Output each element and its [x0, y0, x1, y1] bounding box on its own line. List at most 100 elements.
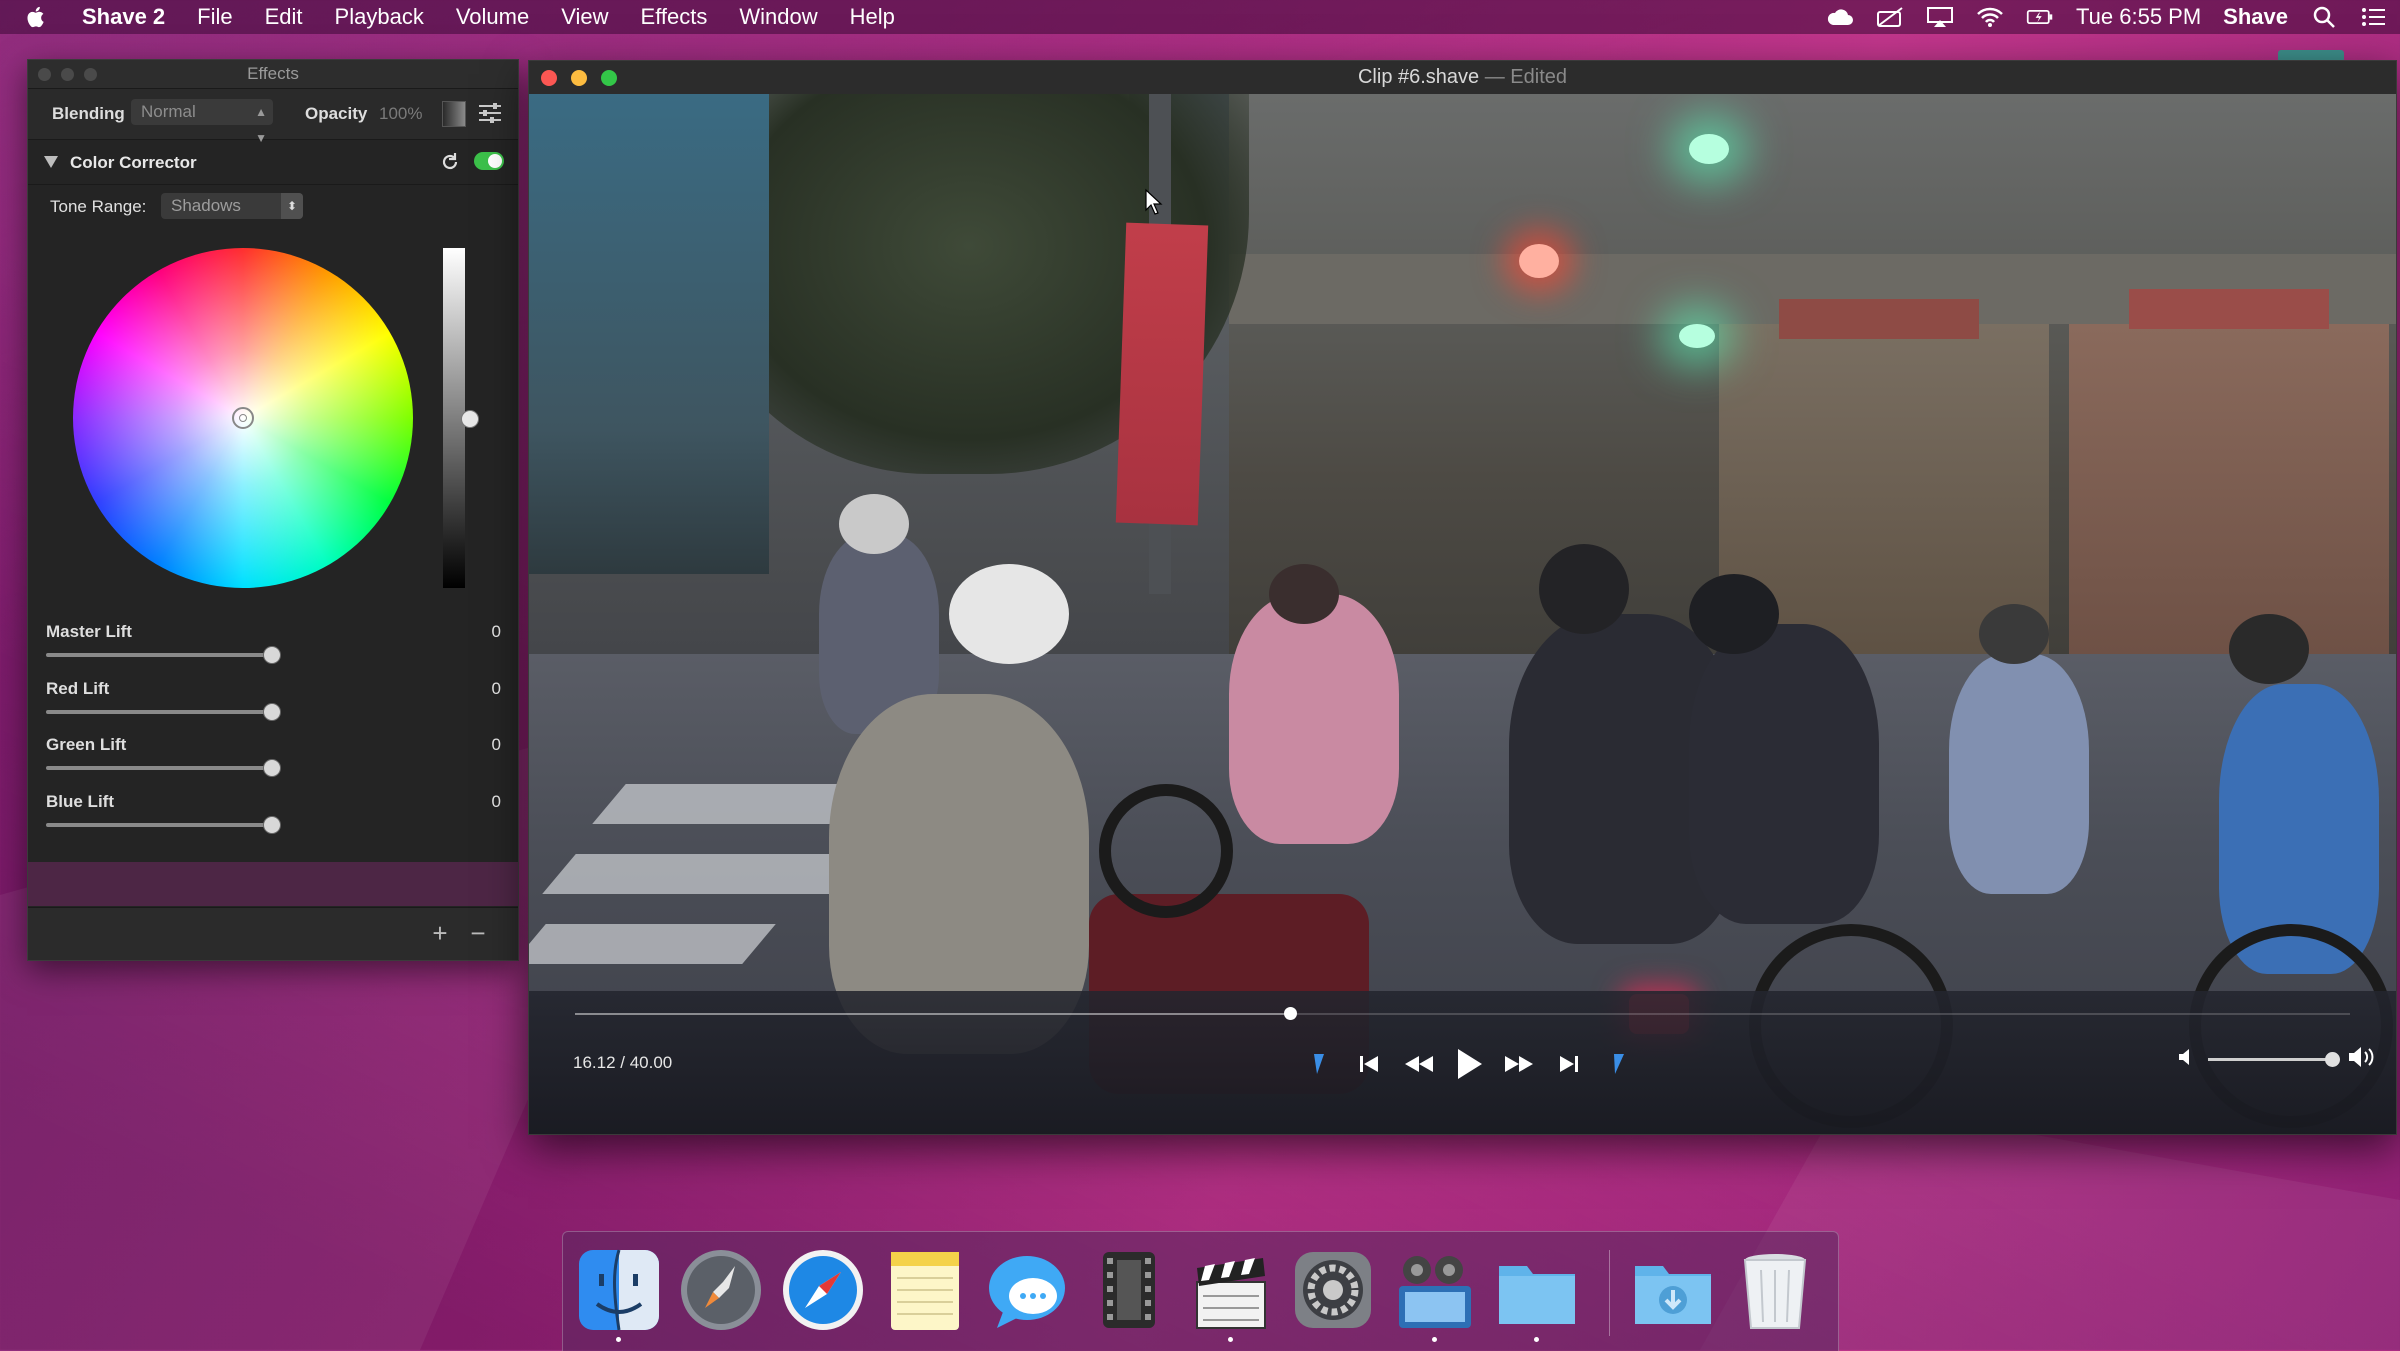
opacity-gradient-swatch[interactable]	[442, 101, 466, 127]
blending-select[interactable]: Normal ▲ ▼	[131, 99, 273, 145]
video-rider	[1689, 624, 1879, 924]
color-corrector-title: Color Corrector	[70, 153, 197, 172]
mark-out-button[interactable]	[1594, 1041, 1644, 1087]
clapperboard-icon[interactable]	[1187, 1246, 1275, 1342]
wifi-icon[interactable]	[1976, 6, 2004, 28]
menu-view[interactable]: View	[545, 0, 624, 34]
fast-forward-button[interactable]	[1494, 1041, 1544, 1087]
video-traffic-light	[1679, 324, 1715, 348]
video-rider	[1949, 654, 2089, 894]
menu-edit[interactable]: Edit	[249, 0, 319, 34]
video-helmet	[1689, 574, 1779, 654]
safari-icon[interactable]	[779, 1246, 867, 1334]
color-wheel-handle[interactable]	[232, 407, 254, 429]
title-separator: —	[1484, 66, 1505, 88]
opacity-value[interactable]: 100%	[379, 104, 422, 124]
apple-menu-icon[interactable]	[26, 5, 48, 29]
slider-track[interactable]	[46, 823, 276, 827]
skip-to-start-button[interactable]	[1344, 1041, 1394, 1087]
video-crosswalk	[529, 924, 776, 964]
video-wheel	[1099, 784, 1233, 918]
effects-titlebar[interactable]: Effects	[28, 60, 518, 89]
window-controls	[541, 70, 617, 86]
select-arrows-icon: ⬍	[281, 193, 303, 219]
timeline-playhead[interactable]	[1284, 1007, 1297, 1020]
tone-range-select[interactable]: Shadows ⬍	[161, 193, 303, 219]
slider-value[interactable]: 0	[492, 679, 501, 699]
slider-value[interactable]: 0	[492, 792, 501, 812]
downloads-folder-icon[interactable]	[1629, 1246, 1717, 1334]
volume-slider[interactable]	[2208, 1052, 2340, 1067]
video-crosswalk	[542, 854, 876, 894]
video-helmet	[1979, 604, 2049, 664]
slider-knob[interactable]	[263, 759, 281, 777]
volume-knob[interactable]	[2325, 1052, 2340, 1067]
movie-app-icon[interactable]	[1391, 1246, 1479, 1342]
minimize-button[interactable]	[571, 70, 587, 86]
video-red-banner	[1115, 222, 1209, 526]
messages-icon[interactable]	[983, 1246, 1071, 1334]
menubar-user[interactable]: Shave	[2223, 4, 2288, 30]
battery-charging-icon[interactable]	[2026, 6, 2054, 28]
notification-center-icon[interactable]	[2360, 6, 2388, 28]
disclosure-triangle-icon[interactable]	[44, 156, 58, 168]
menubar-clock[interactable]: Tue 6:55 PM	[2076, 4, 2201, 30]
color-wheel[interactable]	[73, 248, 413, 588]
slider-track[interactable]	[46, 710, 276, 714]
slider-value[interactable]: 0	[492, 622, 501, 642]
system-preferences-icon[interactable]	[1289, 1246, 1377, 1334]
settings-sliders-icon[interactable]	[477, 101, 503, 125]
folder-icon[interactable]	[1493, 1246, 1581, 1342]
luminance-slider-knob[interactable]	[461, 410, 479, 428]
skip-to-end-button[interactable]	[1544, 1041, 1594, 1087]
finder-icon[interactable]	[575, 1246, 663, 1342]
transport-controls	[1294, 1041, 1644, 1087]
running-indicator	[1432, 1337, 1437, 1342]
volume-high-icon[interactable]	[2348, 1046, 2376, 1073]
trash-icon[interactable]	[1731, 1246, 1819, 1334]
mark-in-button[interactable]	[1294, 1041, 1344, 1087]
add-effect-button[interactable]: +	[428, 918, 452, 949]
spotlight-search-icon[interactable]	[2310, 6, 2338, 28]
slider-track[interactable]	[46, 653, 276, 657]
close-button[interactable]	[541, 70, 557, 86]
video-frame[interactable]: 16.12 / 40.00	[529, 94, 2396, 1134]
app-menu[interactable]: Shave 2	[66, 0, 181, 34]
remove-effect-button[interactable]: −	[466, 918, 490, 949]
slider-knob[interactable]	[263, 646, 281, 664]
reset-icon[interactable]	[439, 151, 461, 173]
close-button[interactable]	[38, 68, 51, 81]
video-shop-sign	[1779, 299, 1979, 339]
player-titlebar[interactable]: Clip #6.shave — Edited	[529, 61, 2396, 94]
menu-file[interactable]: File	[181, 0, 248, 34]
volume-low-icon[interactable]	[2178, 1048, 2194, 1071]
film-reel-icon[interactable]	[1085, 1246, 1173, 1334]
menu-window[interactable]: Window	[723, 0, 833, 34]
slider-label: Green Lift	[46, 735, 127, 754]
video-shop-sign	[2129, 289, 2329, 329]
zoom-button[interactable]	[84, 68, 97, 81]
airplay-icon[interactable]	[1926, 6, 1954, 28]
video-helmet	[839, 494, 909, 554]
slider-value[interactable]: 0	[492, 735, 501, 755]
cloud-icon[interactable]	[1826, 6, 1854, 28]
color-corrector-header[interactable]: Color Corrector	[28, 140, 518, 185]
launchpad-icon[interactable]	[677, 1246, 765, 1334]
slider-knob[interactable]	[263, 703, 281, 721]
effect-enable-toggle[interactable]	[474, 152, 504, 170]
menu-help[interactable]: Help	[834, 0, 911, 34]
notes-icon[interactable]	[881, 1246, 969, 1334]
edited-status: Edited	[1510, 66, 1568, 88]
menu-playback[interactable]: Playback	[319, 0, 440, 34]
menu-effects[interactable]: Effects	[625, 0, 724, 34]
camera-off-icon[interactable]	[1876, 6, 1904, 28]
play-button[interactable]	[1444, 1041, 1494, 1087]
dock-separator	[1609, 1250, 1610, 1336]
zoom-button[interactable]	[601, 70, 617, 86]
slider-track[interactable]	[46, 766, 276, 770]
rewind-button[interactable]	[1394, 1041, 1444, 1087]
menu-volume[interactable]: Volume	[440, 0, 545, 34]
slider-knob[interactable]	[263, 816, 281, 834]
tone-range-label: Tone Range:	[50, 197, 147, 216]
minimize-button[interactable]	[61, 68, 74, 81]
